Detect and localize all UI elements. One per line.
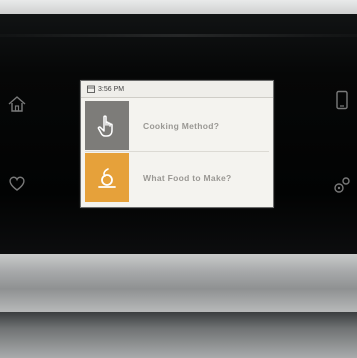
status-time: 3:56 PM (98, 85, 125, 93)
settings-gear-icon[interactable] (331, 174, 353, 196)
menu-item-label: What Food to Make? (143, 172, 232, 183)
menu-item-what-food[interactable]: What Food to Make? (85, 153, 269, 202)
status-bar: 3:56 PM (81, 81, 273, 98)
lower-trim (0, 312, 357, 358)
calendar-icon (87, 85, 95, 93)
oven-control-panel: 3:56 PM Cooking Method? What Food to Mak… (0, 0, 357, 358)
top-trim (0, 0, 357, 14)
glass-reflection (0, 34, 357, 37)
menu-tile (85, 153, 129, 202)
oven-door-handle (0, 254, 357, 312)
divider (85, 151, 269, 152)
menu-tile (85, 101, 129, 150)
touch-display: 3:56 PM Cooking Method? What Food to Mak… (80, 80, 274, 208)
food-dish-icon (93, 164, 121, 192)
heart-icon[interactable] (6, 172, 28, 194)
home-icon[interactable] (6, 93, 28, 115)
phone-icon[interactable] (331, 89, 353, 111)
hand-pointer-icon (93, 112, 121, 140)
menu-item-cooking-method[interactable]: Cooking Method? (85, 101, 269, 150)
menu-item-label: Cooking Method? (143, 120, 220, 131)
